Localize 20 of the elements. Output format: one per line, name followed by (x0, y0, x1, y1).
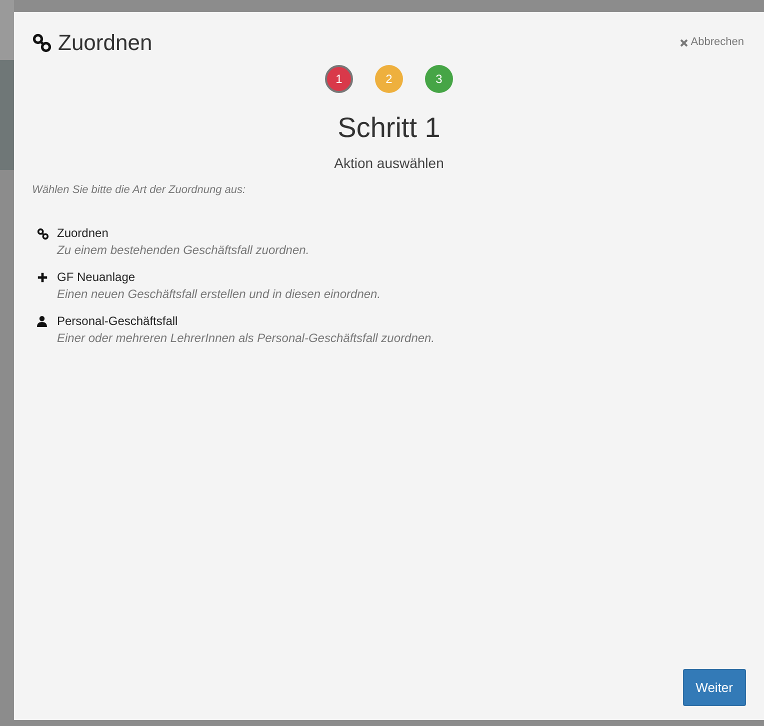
step-indicator: 3 (425, 65, 453, 93)
option-link[interactable]: Zuordnen (57, 224, 310, 242)
instruction-text: Wählen Sie bitte die Art der Zuordnung aus: (32, 183, 247, 198)
close-icon (680, 38, 688, 46)
link-icon (32, 32, 52, 52)
option-link[interactable]: Personal-Geschäftsfall (57, 312, 435, 330)
dialog-title: Zuordnen (58, 29, 152, 57)
option-description: Einen neuen Geschäftsfall erstellen und in diesen einordnen. (57, 286, 381, 302)
option-link[interactable]: GF Neuanlage (57, 268, 381, 286)
step-heading: Schritt 1 (336, 111, 442, 145)
step-subheading: Aktion auswählen (333, 154, 445, 173)
option-description: Zu einem bestehenden Geschäftsfall zuordnen. (57, 242, 310, 258)
step-indicator: 1 (325, 65, 353, 93)
option-description: Einer oder mehreren LehrerInnen als Personal-Geschäftsfall zuordnen. (57, 330, 435, 346)
cancel-link[interactable]: Abbrechen (680, 34, 746, 51)
user-icon (37, 316, 47, 326)
link-icon (37, 228, 49, 240)
next-button[interactable]: Weiter (682, 668, 746, 706)
plus-icon (37, 272, 48, 282)
step-indicator: 2 (375, 65, 403, 93)
